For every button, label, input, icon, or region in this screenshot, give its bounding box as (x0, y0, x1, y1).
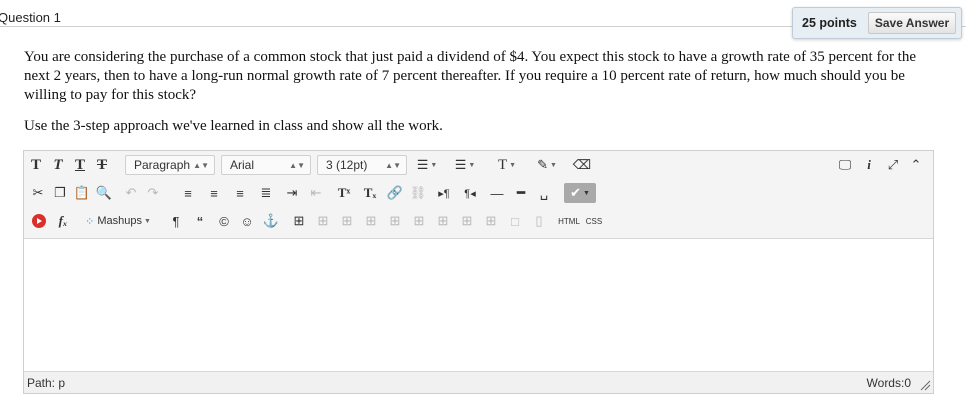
merge-cells-icon[interactable]: ▯ (530, 211, 548, 231)
editor-content-area[interactable] (24, 239, 933, 371)
mashups-dots-icon: ⁘ (85, 215, 95, 228)
table-cell-props-icon[interactable]: ⊞ (338, 211, 356, 231)
numbered-list-icon[interactable]: ☰ ▼ (452, 155, 478, 175)
resize-handle-icon[interactable] (919, 379, 931, 391)
editor-toolbar: T T T T Paragraph ▲▼ Arial ▲▼ 3 (12pt) ▲▼ ☰… (24, 151, 933, 239)
insert-col-before-icon[interactable]: ⊞ (434, 211, 452, 231)
spellcheck-icon[interactable]: ✔ ▼ (564, 183, 596, 203)
chevron-updown-icon: ▲▼ (385, 160, 401, 170)
redo-icon[interactable]: ↷ (144, 183, 162, 203)
strikethrough-icon[interactable]: T (95, 155, 109, 175)
paste-icon[interactable]: 📋 (74, 183, 90, 203)
delete-col-icon[interactable]: ⊞ (482, 211, 500, 231)
fullscreen-icon[interactable]: ⤢ (884, 155, 902, 175)
text-color-icon[interactable]: T ▼ (494, 155, 520, 175)
word-count: Words:0 (866, 376, 911, 390)
editor-status-bar: Path: p Words:0 (24, 371, 933, 393)
rtl-icon[interactable]: ¶◂ (460, 183, 480, 203)
subscript-icon[interactable]: Tₓ (360, 183, 380, 203)
youtube-icon[interactable] (30, 211, 48, 231)
chevron-updown-icon: ▲▼ (289, 160, 305, 170)
element-path: Path: p (27, 376, 66, 390)
chevron-updown-icon: ▲▼ (193, 160, 209, 170)
bold-icon[interactable]: T (29, 155, 43, 175)
font-size-select[interactable]: 3 (12pt) ▲▼ (317, 155, 407, 175)
toolbar-row-3: fₓ ⁘ Mashups ▼ ¶ “ © ☺ ⚓ ⊞ ⊞ ⊞ ⊞ ⊞ ⊞ ⊞ ⊞ ⊞… (24, 207, 933, 235)
emoticon-icon[interactable]: ☺ (238, 211, 256, 231)
thick-rule-icon[interactable]: ━ (512, 183, 530, 203)
outdent-icon[interactable]: ⇤ (307, 183, 325, 203)
mashups-label: Mashups (97, 215, 142, 227)
html-source-button[interactable]: HTML (555, 211, 583, 231)
mashups-menu[interactable]: ⁘ Mashups ▼ (80, 211, 156, 231)
css-button[interactable]: CSS (583, 211, 605, 231)
save-answer-button[interactable]: Save Answer (868, 12, 956, 34)
paragraph-format-select[interactable]: Paragraph ▲▼ (125, 155, 215, 175)
highlight-icon[interactable]: ✎ ▼ (533, 155, 561, 175)
copyright-icon[interactable]: © (216, 211, 232, 231)
unlink-icon[interactable]: ⛓ (408, 183, 428, 203)
indent-icon[interactable]: ⇥ (283, 183, 301, 203)
info-icon[interactable]: i (862, 155, 876, 175)
nonbreaking-space-icon[interactable]: ␣ (536, 183, 552, 203)
superscript-icon[interactable]: Tˣ (334, 183, 354, 203)
toolbar-row-2: ✂ ❐ 📋 🔍 ↶ ↷ ≡ ≡ ≡ ≣ ⇥ ⇤ Tˣ Tₓ 🔗 ⛓ ▸¶ ¶◂ … (24, 179, 933, 207)
question-text: You are considering the purchase of a co… (24, 49, 917, 103)
italic-icon[interactable]: T (51, 155, 65, 175)
underline-icon[interactable]: T (73, 155, 87, 175)
font-family-value: Arial (230, 158, 255, 172)
align-center-icon[interactable]: ≡ (205, 183, 223, 203)
question-title: Question 1 (0, 10, 61, 25)
copy-icon[interactable]: ❐ (52, 183, 68, 203)
insert-table-icon[interactable]: ⊞ (290, 211, 308, 231)
align-right-icon[interactable]: ≡ (231, 183, 249, 203)
paragraph-mark-icon[interactable]: ¶ (168, 211, 184, 231)
question-instruction: Use the 3-step approach we've learned in… (24, 118, 443, 134)
paragraph-format-value: Paragraph (134, 158, 191, 172)
align-justify-icon[interactable]: ≣ (257, 183, 275, 203)
preview-icon[interactable]: 🖵 (835, 155, 855, 175)
table-row-props-icon[interactable]: ⊞ (314, 211, 332, 231)
text-editor: T T T T Paragraph ▲▼ Arial ▲▼ 3 (12pt) ▲▼ ☰… (23, 150, 934, 394)
toolbar-row-1: T T T T Paragraph ▲▼ Arial ▲▼ 3 (12pt) ▲▼ ☰… (24, 151, 933, 179)
insert-col-after-icon[interactable]: ⊞ (458, 211, 476, 231)
eraser-icon[interactable]: ⌫ (572, 155, 592, 175)
insert-row-after-icon[interactable]: ⊞ (386, 211, 404, 231)
split-cells-icon[interactable]: □ (506, 211, 524, 231)
points-label: 25 points (802, 16, 857, 30)
collapse-toolbar-icon[interactable]: ⌃ (908, 155, 924, 175)
find-icon[interactable]: 🔍 (96, 183, 112, 203)
undo-icon[interactable]: ↶ (122, 183, 140, 203)
blockquote-icon[interactable]: “ (192, 211, 208, 231)
link-icon[interactable]: 🔗 (386, 183, 404, 203)
font-family-select[interactable]: Arial ▲▼ (221, 155, 311, 175)
points-panel: 25 points Save Answer (792, 7, 962, 39)
delete-row-icon[interactable]: ⊞ (410, 211, 428, 231)
anchor-icon[interactable]: ⚓ (262, 211, 280, 231)
ltr-icon[interactable]: ▸¶ (434, 183, 454, 203)
align-left-icon[interactable]: ≡ (179, 183, 197, 203)
insert-row-before-icon[interactable]: ⊞ (362, 211, 380, 231)
cut-icon[interactable]: ✂ (30, 183, 46, 203)
font-size-value: 3 (12pt) (326, 158, 368, 172)
bullet-list-icon[interactable]: ☰ ▼ (414, 155, 440, 175)
horizontal-rule-icon[interactable]: — (488, 183, 506, 203)
math-formula-icon[interactable]: fₓ (54, 211, 72, 231)
